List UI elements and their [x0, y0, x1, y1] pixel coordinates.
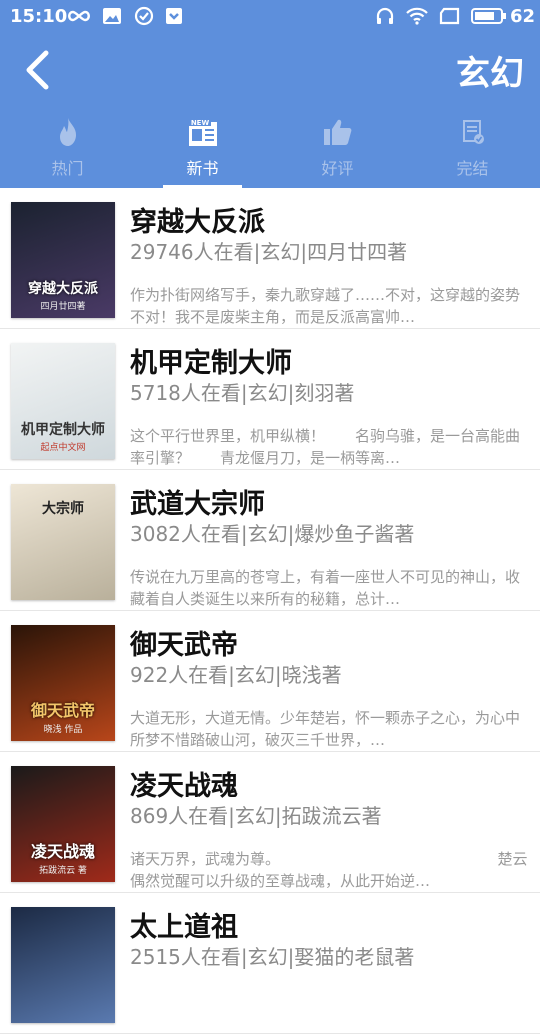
back-button[interactable]: [14, 46, 60, 94]
book-item[interactable]: 大宗师 武道大宗师 3082人在看|玄幻|爆炒鱼子酱著 传说在九万里高的苍穹上，…: [0, 470, 540, 611]
wifi-icon: [405, 6, 429, 26]
chevron-left-icon: [26, 50, 49, 90]
book-cover: 御天武帝 晓浅 作品: [11, 625, 115, 741]
cover-title: 凌天战魂: [30, 842, 95, 861]
status-bar: 15:10 62: [0, 0, 540, 34]
shield-icon: [163, 6, 185, 26]
book-meta: 3082人在看|玄幻|爆炒鱼子酱著: [130, 522, 415, 546]
tab-completed[interactable]: 完结: [405, 108, 540, 188]
book-cover: 机甲定制大师 起点中文网: [11, 343, 115, 459]
tab-top-rated[interactable]: 好评: [270, 108, 405, 188]
book-item[interactable]: 穿越大反派 四月廿四著 穿越大反派 29746人在看|玄幻|四月廿四著 作为扑街…: [0, 188, 540, 329]
book-title: 武道大宗师: [130, 489, 265, 520]
book-cover: 大宗师: [11, 484, 115, 600]
tab-label: 完结: [456, 159, 489, 178]
infinity-icon: [66, 6, 92, 26]
book-cover: 凌天战魂 拓跋流云 著: [11, 766, 115, 882]
check-circle-icon: [133, 6, 155, 26]
book-cover: [11, 907, 115, 1023]
book-item[interactable]: 凌天战魂 拓跋流云 著 凌天战魂 869人在看|玄幻|拓跋流云著 诸天万界，武魂…: [0, 752, 540, 893]
book-title: 御天武帝: [130, 630, 238, 661]
tab-hot[interactable]: 热门: [0, 108, 135, 188]
tab-new-books[interactable]: NEW 新书: [135, 108, 270, 188]
app-header: 15:10 62 玄幻 热门 NEW 新书 好评 完结: [0, 0, 540, 188]
book-title: 太上道祖: [130, 912, 238, 943]
thumbs-up-icon: [323, 119, 351, 145]
nav-bar: 玄幻: [0, 34, 540, 108]
book-meta: 869人在看|玄幻|拓跋流云著: [130, 804, 382, 828]
book-description: 作为扑街网络写手，秦九歌穿越了……不对，这穿越的姿势不对！我不是废柴主角，而是反…: [130, 286, 521, 326]
book-meta: 2515人在看|玄幻|娶猫的老鼠著: [130, 945, 415, 969]
cover-author: 晓浅 作品: [43, 725, 83, 735]
newspaper-new-icon: NEW: [188, 118, 217, 146]
cover-author: 拓跋流云 著: [39, 866, 87, 876]
book-title: 凌天战魂: [130, 771, 238, 802]
book-list: 穿越大反派 四月廿四著 穿越大反派 29746人在看|玄幻|四月廿四著 作为扑街…: [0, 188, 540, 1034]
cover-title: 大宗师: [42, 501, 84, 517]
tab-label: 新书: [186, 159, 219, 178]
page-title: 玄幻: [456, 54, 524, 94]
book-title: 机甲定制大师: [130, 348, 292, 379]
image-icon: [101, 6, 123, 26]
battery-level: 62: [510, 6, 536, 27]
book-item[interactable]: 机甲定制大师 起点中文网 机甲定制大师 5718人在看|玄幻|刻羽著 这个平行世…: [0, 329, 540, 470]
cover-publisher: 起点中文网: [40, 443, 86, 453]
book-description: 传说在九万里高的苍穹上，有着一座世人不可见的神山，收藏着自人类诞生以来所有的秘籍…: [130, 568, 521, 608]
book-description: [130, 989, 530, 1033]
flame-icon: [59, 118, 76, 146]
book-description: 大道无形，大道无情。少年楚岩，怀一颗赤子之心，为心中所梦不惜踏破山河，破灭三千世…: [130, 709, 521, 749]
cover-title: 机甲定制大师: [21, 422, 105, 438]
battery-icon: [471, 6, 507, 26]
book-item[interactable]: 太上道祖 2515人在看|玄幻|娶猫的老鼠著: [0, 893, 540, 1034]
book-description: 这个平行世界里，机甲纵横！ 名驹乌骓，是一台高能曲率引擎？ 青龙偃月刀，是一柄等…: [130, 427, 521, 467]
book-meta: 922人在看|玄幻|晓浅著: [130, 663, 342, 687]
book-description: 诸天万界，武魂为尊。 楚云偶然觉醒可以升级的至尊战魂，从此开始逆…: [130, 850, 528, 890]
sim-card-icon: [438, 6, 462, 26]
cover-author: 四月廿四著: [40, 302, 86, 312]
tab-label: 好评: [321, 159, 354, 178]
book-meta: 29746人在看|玄幻|四月廿四著: [130, 240, 408, 264]
cover-title: 御天武帝: [30, 701, 95, 720]
book-cover: 穿越大反派 四月廿四著: [11, 202, 115, 318]
book-title: 穿越大反派: [130, 207, 265, 238]
book-item[interactable]: 御天武帝 晓浅 作品 御天武帝 922人在看|玄幻|晓浅著 大道无形，大道无情。…: [0, 611, 540, 752]
document-check-icon: [462, 120, 484, 144]
book-meta: 5718人在看|玄幻|刻羽著: [130, 381, 355, 405]
tab-bar: 热门 NEW 新书 好评 完结: [0, 108, 540, 188]
status-time: 15:10: [10, 6, 68, 27]
cover-title: 穿越大反派: [28, 281, 98, 297]
tab-label: 热门: [51, 159, 84, 178]
svg-text:NEW: NEW: [190, 119, 209, 127]
headphones-icon: [374, 6, 396, 26]
